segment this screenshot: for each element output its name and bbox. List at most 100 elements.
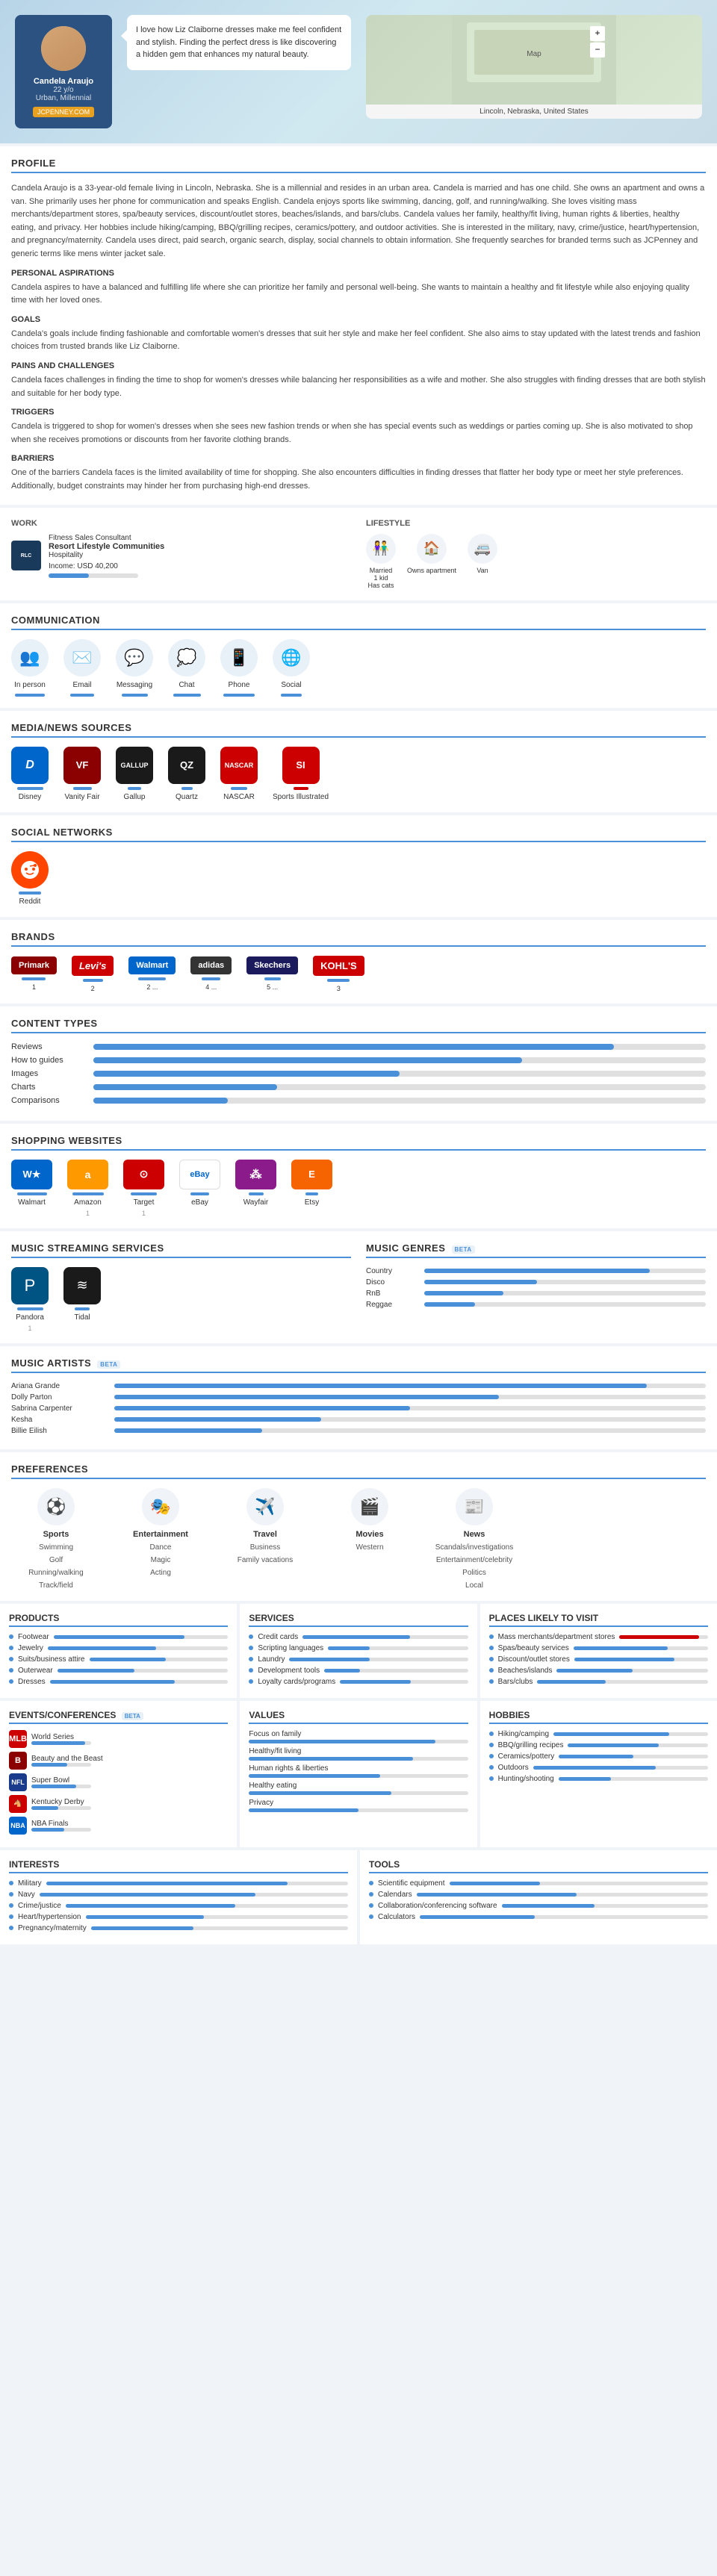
gallup-label: Gallup <box>124 793 146 801</box>
military-label: Military <box>18 1879 42 1888</box>
profile-text: Candela Araujo is a 33-year-old female l… <box>11 182 706 261</box>
email-icon: ✉️ <box>63 639 101 676</box>
lifestyle-title: LIFESTYLE <box>366 519 706 528</box>
eating-label: Healthy eating <box>249 1782 468 1790</box>
travel-family: Family vacations <box>238 1556 293 1564</box>
products-title: PRODUCTS <box>9 1613 228 1627</box>
charts-bar-bg <box>93 1084 706 1090</box>
social-reddit: Reddit <box>11 851 49 906</box>
ariana-label: Ariana Grande <box>11 1382 108 1390</box>
billie-label: Billie Eilish <box>11 1427 108 1435</box>
bars-dot <box>489 1679 494 1684</box>
media-title: MEDIA/NEWS SOURCES <box>11 722 706 738</box>
profile-card: Candela Araujo 22 y/o Urban, Millennial … <box>15 15 112 128</box>
genre-rnb: RnB <box>366 1289 706 1298</box>
devtools-bar <box>324 1669 360 1673</box>
artists-title: MUSIC ARTISTS BETA <box>11 1357 706 1373</box>
crime-dot <box>9 1903 13 1908</box>
van-label: Van <box>477 567 488 574</box>
value-family: Focus on family <box>249 1730 468 1743</box>
quartz-bar <box>181 787 193 790</box>
outerwear-bar-bg <box>58 1669 229 1673</box>
sports-running: Running/walking <box>28 1569 83 1577</box>
primark-label: 1 <box>32 983 36 991</box>
genre-country: Country <box>366 1267 706 1275</box>
shop-wayfair-label: Wayfair <box>243 1198 269 1207</box>
shop-wayfair-logo: ⁂ <box>235 1160 276 1189</box>
triggers-text: Candela is triggered to shop for women's… <box>11 420 706 447</box>
shop-amazon-sub: 1 <box>86 1210 90 1217</box>
music-streaming-section: MUSIC STREAMING SERVICES P Pandora 1 ≋ T… <box>11 1242 351 1332</box>
suits-bar-bg <box>90 1658 229 1661</box>
crime-label: Crime/justice <box>18 1902 61 1910</box>
laundry-dot <box>249 1657 253 1661</box>
privacy-bar-bg <box>249 1808 468 1812</box>
avatar <box>41 26 86 71</box>
hiking-label: Hiking/camping <box>498 1730 549 1738</box>
preferences-grid: ⚽ Sports Swimming Golf Running/walking T… <box>11 1488 706 1590</box>
laundry-bar-bg <box>289 1658 468 1661</box>
interest-pregnancy: Pregnancy/maternity <box>9 1924 348 1932</box>
skechers-logo: Skechers <box>246 956 298 974</box>
messaging-label: Messaging <box>117 681 152 689</box>
service-loyalty: Loyalty cards/programs <box>249 1678 468 1686</box>
aspirations-title: PERSONAL ASPIRATIONS <box>11 269 706 278</box>
disney-logo: D <box>11 747 49 784</box>
shopping-grid: W★ Walmart a Amazon 1 ⊙ Target 1 eBay eB… <box>11 1160 706 1217</box>
event-nba: NBA NBA Finals <box>9 1817 228 1835</box>
loyalty-label: Loyalty cards/programs <box>258 1678 335 1686</box>
service-scripting: Scripting languages <box>249 1644 468 1652</box>
artist-kesha: Kesha <box>11 1416 706 1424</box>
artists-badge: BETA <box>97 1360 120 1369</box>
scientific-label: Scientific equipment <box>378 1879 445 1888</box>
images-label: Images <box>11 1069 86 1078</box>
event-beauty: B Beauty and the Beast <box>9 1752 228 1770</box>
profile-link[interactable]: JCPENNEY.COM <box>33 107 94 117</box>
beauty-bar-bg <box>31 1763 91 1767</box>
disco-label: Disco <box>366 1278 418 1287</box>
bbq-dot <box>489 1743 494 1747</box>
nba-bar <box>31 1828 64 1832</box>
reggae-bar-bg <box>424 1302 706 1307</box>
home-label: Owns apartment <box>407 567 456 574</box>
pains-text: Candela faces challenges in finding the … <box>11 374 706 400</box>
kentucky-bar <box>31 1806 58 1810</box>
shop-ebay-logo: eBay <box>179 1160 220 1189</box>
pandora-item: P Pandora 1 <box>11 1267 49 1332</box>
beaches-label: Beaches/islands <box>498 1667 553 1675</box>
tool-collab: Collaboration/conferencing software <box>369 1902 708 1910</box>
map-label: Lincoln, Nebraska, United States <box>366 105 702 119</box>
entertainment-title: Entertainment <box>133 1530 188 1539</box>
mass-label: Mass merchants/department stores <box>498 1633 615 1641</box>
bbq-label: BBQ/grilling recipes <box>498 1741 564 1749</box>
nascar-label: NASCAR <box>223 793 255 801</box>
footwear-dot <box>9 1634 13 1639</box>
genres-badge: BETA <box>452 1245 475 1254</box>
credit-label: Credit cards <box>258 1633 298 1641</box>
outdoors-label: Outdoors <box>498 1764 529 1772</box>
footwear-bar-bg <box>54 1635 229 1639</box>
reggae-label: Reggae <box>366 1301 418 1309</box>
outdoors-bar-bg <box>533 1766 708 1770</box>
dresses-bar <box>50 1680 175 1684</box>
tool-scientific: Scientific equipment <box>369 1879 708 1888</box>
collab-label: Collaboration/conferencing software <box>378 1902 497 1910</box>
brands-section: BRANDS Primark 1 Levi's 2 Walmart 2 ... … <box>0 920 717 1004</box>
artist-ariana: Ariana Grande <box>11 1382 706 1390</box>
jewelry-dot <box>9 1646 13 1650</box>
place-discount: Discount/outlet stores <box>489 1655 708 1664</box>
dresses-label: Dresses <box>18 1678 46 1686</box>
values-section: VALUES Focus on family Healthy/fit livin… <box>240 1701 477 1847</box>
credit-bar <box>302 1635 410 1639</box>
content-types-section: CONTENT TYPES Reviews How to guides Imag… <box>0 1007 717 1121</box>
in-person-label: In person <box>14 681 46 689</box>
communication-section: COMMUNICATION 👥 In person ✉️ Email 💬 Mes… <box>0 603 717 708</box>
loyalty-bar <box>340 1680 410 1684</box>
family-bar-bg <box>249 1740 468 1743</box>
scripting-dot <box>249 1646 253 1650</box>
country-bar <box>424 1269 650 1273</box>
sports-title: Sports <box>43 1530 69 1539</box>
superbowl-bar <box>31 1785 76 1788</box>
kentucky-bar-bg <box>31 1806 91 1810</box>
profile-section: PROFILE Candela Araujo is a 33-year-old … <box>0 146 717 505</box>
